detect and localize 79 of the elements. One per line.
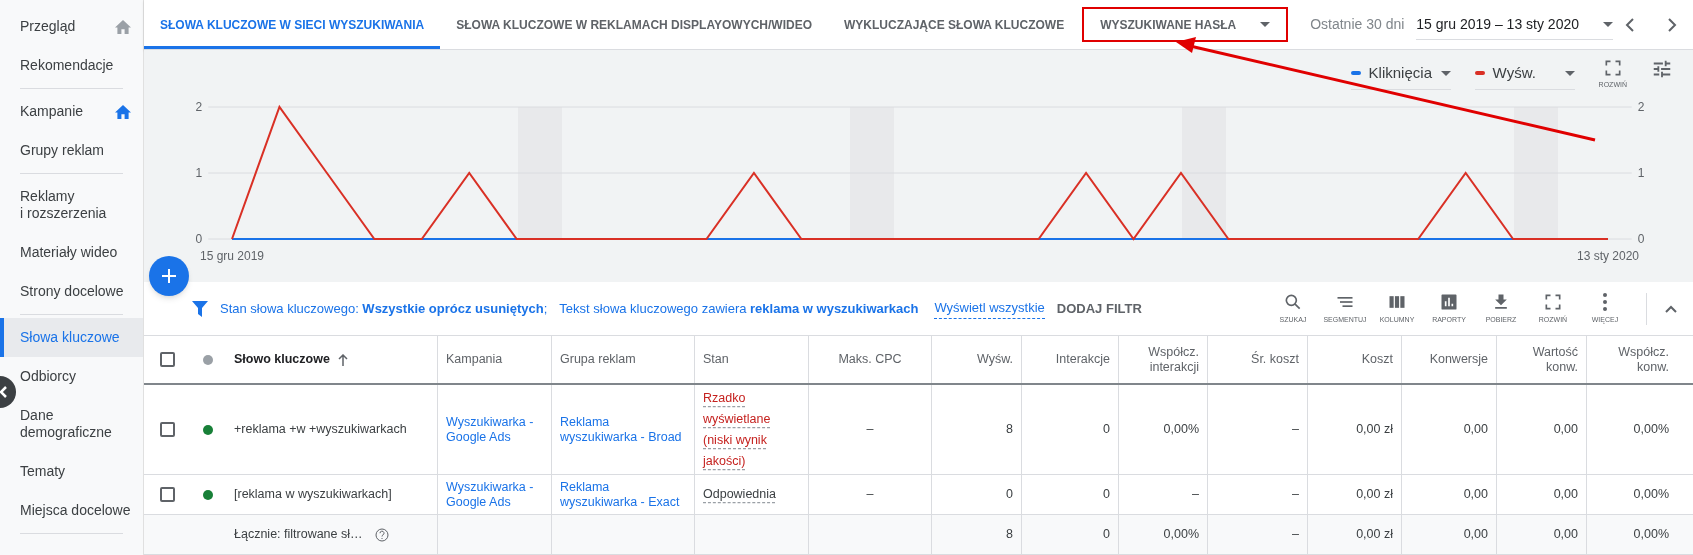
sidebar-item[interactable]: Strony docelowe — [20, 283, 131, 300]
sidebar-item[interactable]: Rekomendacje — [20, 57, 131, 74]
sidebar-item[interactable]: Grupy reklam — [20, 142, 131, 159]
ad-group-link[interactable]: Reklama wyszukiwarka - Exact — [560, 479, 686, 510]
filter-condition[interactable]: Stan słowa kluczowego: Wszystkie oprócz usuniętych; — [220, 298, 548, 319]
metric-dropdown[interactable]: Wyśw. — [1474, 58, 1575, 90]
table-cell-text: 0,00 zł — [1356, 486, 1393, 504]
table-cell-text: 8 — [1006, 526, 1013, 544]
status-text[interactable]: Odpowiednia — [703, 484, 776, 505]
date-range-label: Ostatnie 30 dni — [1310, 15, 1405, 34]
table-cell-text: 0 — [1006, 486, 1013, 504]
table-cell-text: – — [1192, 486, 1199, 504]
x-tick-label: 15 gru 2019 — [199, 249, 265, 263]
status-text[interactable]: Rzadko wyświetlane (niski wynik jakości) — [703, 387, 785, 472]
sidebar-item[interactable]: Tematy — [20, 463, 131, 480]
column-header[interactable]: Wartość konw. — [1505, 344, 1578, 375]
column-header[interactable]: Koszt — [1361, 352, 1393, 367]
column-header[interactable]: Interakcje — [1055, 352, 1110, 367]
table-cell-text: 0,00 — [1463, 526, 1488, 544]
y-tick-label: 2 — [195, 100, 203, 114]
date-range-dropdown[interactable]: 15 gru 2019 – 13 sty 2020 — [1416, 9, 1613, 40]
column-header[interactable]: Współcz. konw. — [1595, 344, 1669, 375]
table-cell-text: 0,00 — [1463, 421, 1488, 439]
table-cell-text: 0 — [1103, 421, 1110, 439]
metric-dropdown[interactable]: Kliknięcia — [1350, 58, 1451, 90]
table-cell-text: – — [866, 421, 874, 439]
sidebar-item[interactable]: Dane demograficzne — [20, 407, 131, 441]
sidebar-item[interactable]: Odbiorcy — [20, 368, 131, 385]
tab[interactable]: WYSZUKIWANE HASŁA — [1084, 9, 1287, 40]
table-cell-text: 0,00 — [1553, 486, 1578, 504]
table-cell-text: – — [866, 486, 874, 504]
total-label: Łącznie: filtrowane sł… — [234, 526, 363, 544]
ad-group-link[interactable]: Reklama wyszukiwarka - Broad — [560, 414, 686, 445]
sidebar-item[interactable]: Kampanie — [20, 103, 131, 120]
show-all-link[interactable]: Wyświetl wszystkie — [934, 298, 1045, 319]
table-cell-text: 8 — [1006, 421, 1013, 439]
x-tick-label: 13 sty 2020 — [1577, 249, 1639, 263]
table-cell-text: 0,00 — [1463, 486, 1488, 504]
table-cell-text: 0,00 — [1553, 421, 1578, 439]
table-cell-text: 0,00 zł — [1356, 526, 1393, 544]
table-cell-text: – — [1292, 421, 1299, 439]
column-header[interactable]: Śr. koszt — [1251, 352, 1299, 367]
campaign-link[interactable]: Wyszukiwarka - Google Ads — [446, 414, 543, 445]
add-filter-button[interactable]: DODAJ FILTR — [1056, 298, 1142, 319]
keyword-cell-text: [reklama w wyszukiwarkach] — [234, 487, 393, 502]
tab[interactable]: SŁOWA KLUCZOWE W REKLAMACH DISPLAYOWYCH/WIDEO — [440, 0, 828, 49]
column-header[interactable]: Współcz. interakcji — [1127, 344, 1199, 375]
column-header[interactable]: Słowo kluczowe — [234, 352, 348, 367]
y-tick-label: 2 — [1637, 100, 1645, 114]
column-header[interactable]: Wyśw. — [977, 352, 1013, 367]
y-tick-label: 1 — [1637, 166, 1645, 180]
table-cell-text: 0,00% — [1633, 526, 1669, 544]
sidebar-item[interactable]: Materiały wideo — [20, 244, 131, 261]
keyword-cell-text: +reklama +w +wyszukiwarkach — [234, 422, 408, 437]
table-cell-text: 0,00% — [1633, 486, 1669, 504]
column-header[interactable]: Maks. CPC — [838, 352, 902, 367]
column-header[interactable]: Stan — [703, 352, 729, 367]
y-tick-label: 0 — [195, 232, 203, 246]
table-cell-text: – — [1292, 486, 1299, 504]
table-cell-text: 0 — [1103, 486, 1110, 504]
y-tick-label: 1 — [195, 166, 203, 180]
column-header[interactable]: Konwersje — [1429, 352, 1488, 367]
column-header[interactable]: Kampania — [446, 352, 503, 367]
sidebar-item[interactable]: Słowa kluczowe — [0, 318, 143, 357]
table-cell-text: 0 — [1103, 526, 1110, 544]
column-header[interactable]: Grupa reklam — [560, 352, 636, 367]
table-cell-text: 0,00% — [1163, 526, 1199, 544]
table-cell-text: 0,00% — [1163, 421, 1199, 439]
table-cell-text: 0,00 — [1553, 526, 1578, 544]
y-tick-label: 0 — [1637, 232, 1645, 246]
table-cell-text: 0,00% — [1633, 421, 1669, 439]
sidebar-item[interactable]: Przegląd — [20, 18, 131, 35]
table-cell-text: 0,00 zł — [1356, 421, 1393, 439]
sidebar-item[interactable]: Reklamy i rozszerzenia — [20, 188, 131, 222]
campaign-link[interactable]: Wyszukiwarka - Google Ads — [446, 479, 543, 510]
table-cell-text: – — [1292, 526, 1299, 544]
sidebar-item[interactable]: Miejsca docelowe — [20, 502, 131, 519]
filter-condition[interactable]: Tekst słowa kluczowego zawiera reklama w wyszukiwarkach — [559, 298, 919, 319]
tab[interactable]: WYKLUCZAJĄCE SŁOWA KLUCZOWE — [828, 0, 1081, 49]
